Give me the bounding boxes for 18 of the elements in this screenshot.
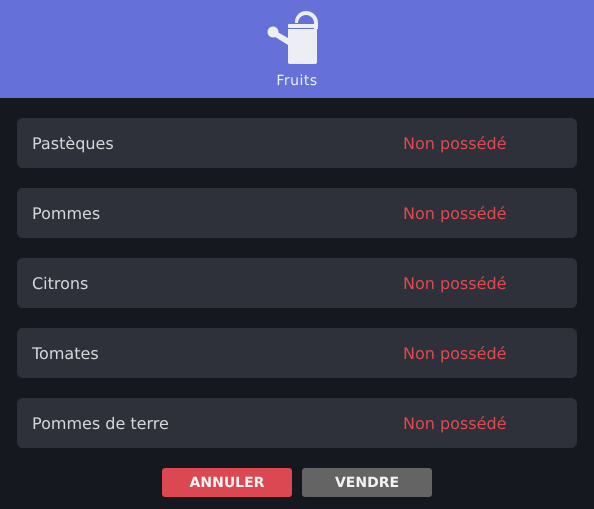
item-status: Non possédé <box>403 414 508 432</box>
item-status: Non possédé <box>403 344 508 362</box>
item-status: Non possédé <box>403 204 508 222</box>
item-row[interactable]: Pommes Non possédé <box>17 188 577 238</box>
sell-button[interactable]: VENDRE <box>302 468 432 497</box>
item-status: Non possédé <box>403 274 508 292</box>
header-title: Fruits <box>276 73 318 89</box>
item-name: Citrons <box>32 274 90 292</box>
item-row[interactable]: Tomates Non possédé <box>17 328 577 378</box>
item-name: Tomates <box>32 344 100 362</box>
cancel-button[interactable]: ANNULER <box>162 468 292 497</box>
item-row[interactable]: Pastèques Non possédé <box>17 118 577 168</box>
item-row[interactable]: Pommes de terre Non possédé <box>17 398 577 448</box>
item-row[interactable]: Citrons Non possédé <box>17 258 577 308</box>
item-name: Pommes <box>32 204 102 222</box>
item-name: Pommes de terre <box>32 414 170 432</box>
item-status: Non possédé <box>403 134 508 152</box>
item-name: Pastèques <box>32 134 115 152</box>
